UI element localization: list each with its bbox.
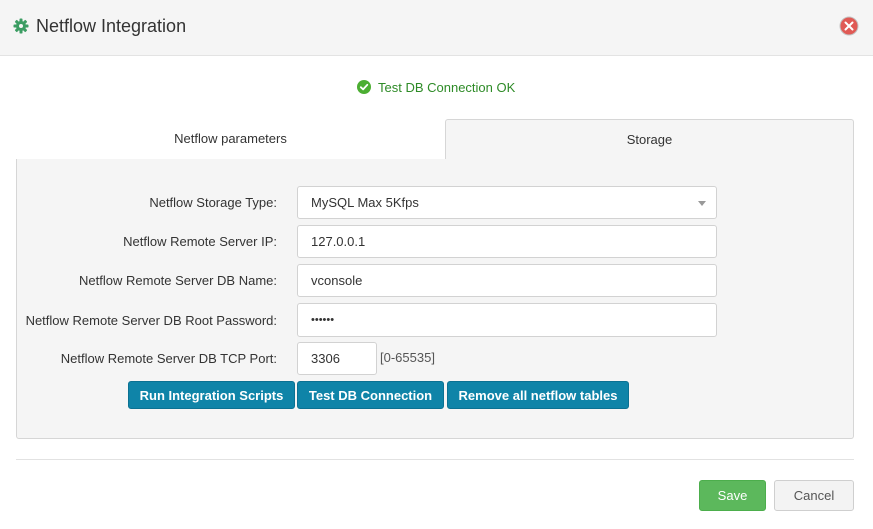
root-password-input[interactable]: •••••• bbox=[297, 303, 717, 337]
tcp-port-value: 3306 bbox=[311, 351, 340, 366]
tcp-port-label: Netflow Remote Server DB TCP Port: bbox=[60, 351, 277, 366]
save-button[interactable]: Save bbox=[699, 480, 766, 511]
storage-type-select[interactable]: MySQL Max 5Kfps bbox=[297, 186, 717, 219]
server-ip-input[interactable]: 127.0.0.1 bbox=[297, 225, 717, 258]
connection-status: Test DB Connection OK bbox=[357, 78, 515, 96]
run-integration-scripts-button[interactable]: Run Integration Scripts bbox=[128, 381, 295, 409]
db-name-value: vconsole bbox=[311, 273, 363, 288]
db-name-label: Netflow Remote Server DB Name: bbox=[79, 273, 277, 288]
server-ip-value: 127.0.0.1 bbox=[311, 234, 366, 249]
cancel-button[interactable]: Cancel bbox=[774, 480, 854, 511]
dialog-header: Netflow Integration bbox=[0, 0, 873, 56]
root-password-value: •••••• bbox=[311, 314, 335, 326]
gear-icon bbox=[13, 18, 29, 34]
check-circle-icon bbox=[357, 80, 371, 94]
db-name-input[interactable]: vconsole bbox=[297, 264, 717, 297]
storage-type-label: Netflow Storage Type: bbox=[149, 195, 277, 210]
test-db-connection-button[interactable]: Test DB Connection bbox=[297, 381, 444, 409]
chevron-down-icon bbox=[698, 201, 706, 206]
storage-type-value: MySQL Max 5Kfps bbox=[311, 195, 419, 210]
root-password-label: Netflow Remote Server DB Root Password: bbox=[25, 313, 277, 328]
server-ip-label: Netflow Remote Server IP: bbox=[123, 234, 277, 249]
tcp-port-hint: [0-65535] bbox=[380, 350, 435, 365]
close-icon[interactable] bbox=[839, 16, 859, 36]
footer-divider bbox=[16, 459, 854, 460]
tab-netflow-parameters[interactable]: Netflow parameters bbox=[16, 119, 445, 160]
status-text: Test DB Connection OK bbox=[378, 79, 516, 95]
tab-storage[interactable]: Storage bbox=[445, 119, 854, 160]
remove-netflow-tables-button[interactable]: Remove all netflow tables bbox=[447, 381, 629, 409]
dialog-title: Netflow Integration bbox=[36, 16, 187, 36]
tcp-port-input[interactable]: 3306 bbox=[297, 342, 377, 375]
